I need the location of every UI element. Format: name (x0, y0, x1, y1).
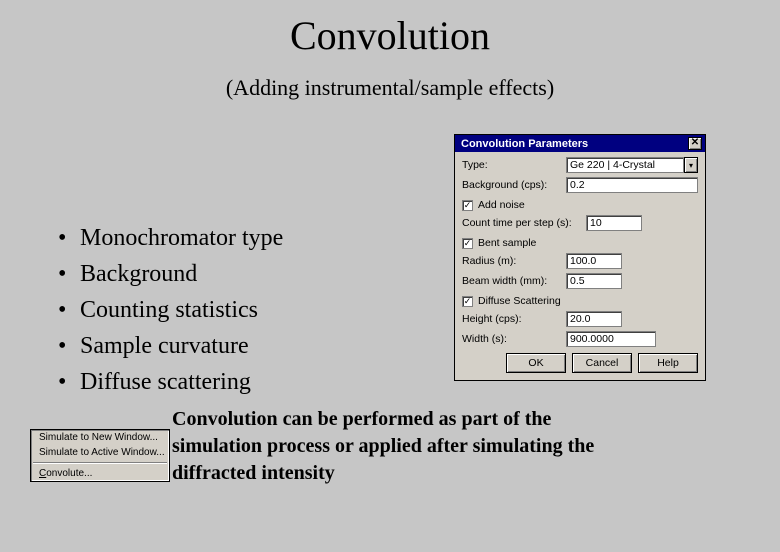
menu-item-sim-active[interactable]: Simulate to Active Window... (31, 445, 169, 460)
list-item: •Monochromator type (58, 220, 283, 256)
type-label: Type: (462, 159, 566, 171)
background-input[interactable]: 0.2 (566, 177, 698, 193)
slide-note: Convolution can be performed as part of … (172, 406, 642, 487)
menu-separator (33, 462, 167, 464)
bullet-icon: • (58, 220, 80, 256)
diffuse-checkbox[interactable]: ✓ (462, 296, 473, 307)
bullet-text: Monochromator type (80, 220, 283, 256)
bullet-text: Sample curvature (80, 328, 249, 364)
bent-sample-checkbox[interactable]: ✓ (462, 238, 473, 249)
beam-width-input[interactable]: 0.5 (566, 273, 622, 289)
list-item: •Counting statistics (58, 292, 283, 328)
convolution-dialog: Convolution Parameters ✕ Type: Ge 220 | … (454, 134, 706, 381)
dialog-button-row: OK Cancel Help (462, 353, 698, 373)
ok-button[interactable]: OK (506, 353, 566, 373)
add-noise-label: Add noise (478, 199, 525, 211)
bullet-text: Counting statistics (80, 292, 258, 328)
bullet-text: Diffuse scattering (80, 364, 251, 400)
menu-item-sim-new[interactable]: Simulate to New Window... (31, 430, 169, 445)
menu-item-rest: onvolute... (46, 468, 92, 479)
chevron-down-icon[interactable]: ▾ (684, 157, 698, 173)
dialog-body: Type: Ge 220 | 4-Crystal ▾ Background (c… (455, 152, 705, 380)
bullet-list: •Monochromator type •Background •Countin… (58, 220, 283, 400)
width-label: Width (s): (462, 333, 566, 345)
type-dropdown[interactable]: Ge 220 | 4-Crystal ▾ (566, 157, 698, 173)
type-value: Ge 220 | 4-Crystal (566, 157, 684, 173)
bent-sample-label: Bent sample (478, 237, 536, 249)
diffuse-label: Diffuse Scattering (478, 295, 561, 307)
slide-subtitle: (Adding instrumental/sample effects) (0, 75, 780, 101)
help-button[interactable]: Help (638, 353, 698, 373)
context-menu: Simulate to New Window... Simulate to Ac… (30, 429, 170, 482)
list-item: •Diffuse scattering (58, 364, 283, 400)
bullet-icon: • (58, 292, 80, 328)
bullet-icon: • (58, 256, 80, 292)
count-time-input[interactable]: 10 (586, 215, 642, 231)
count-time-label: Count time per step (s): (462, 217, 586, 229)
bullet-icon: • (58, 364, 80, 400)
height-input[interactable]: 20.0 (566, 311, 622, 327)
cancel-button[interactable]: Cancel (572, 353, 632, 373)
background-label: Background (cps): (462, 179, 566, 191)
height-label: Height (cps): (462, 313, 566, 325)
menu-item-convolute[interactable]: Convolute... (31, 466, 169, 481)
list-item: •Background (58, 256, 283, 292)
bullet-text: Background (80, 256, 197, 292)
bullet-icon: • (58, 328, 80, 364)
dialog-titlebar[interactable]: Convolution Parameters ✕ (455, 135, 705, 152)
close-button[interactable]: ✕ (688, 137, 702, 150)
width-input[interactable]: 900.0000 (566, 331, 656, 347)
radius-label: Radius (m): (462, 255, 566, 267)
close-icon: ✕ (691, 137, 699, 148)
list-item: •Sample curvature (58, 328, 283, 364)
add-noise-checkbox[interactable]: ✓ (462, 200, 473, 211)
dialog-title: Convolution Parameters (461, 138, 588, 150)
radius-input[interactable]: 100.0 (566, 253, 622, 269)
slide-title: Convolution (0, 12, 780, 59)
beam-width-label: Beam width (mm): (462, 275, 566, 287)
